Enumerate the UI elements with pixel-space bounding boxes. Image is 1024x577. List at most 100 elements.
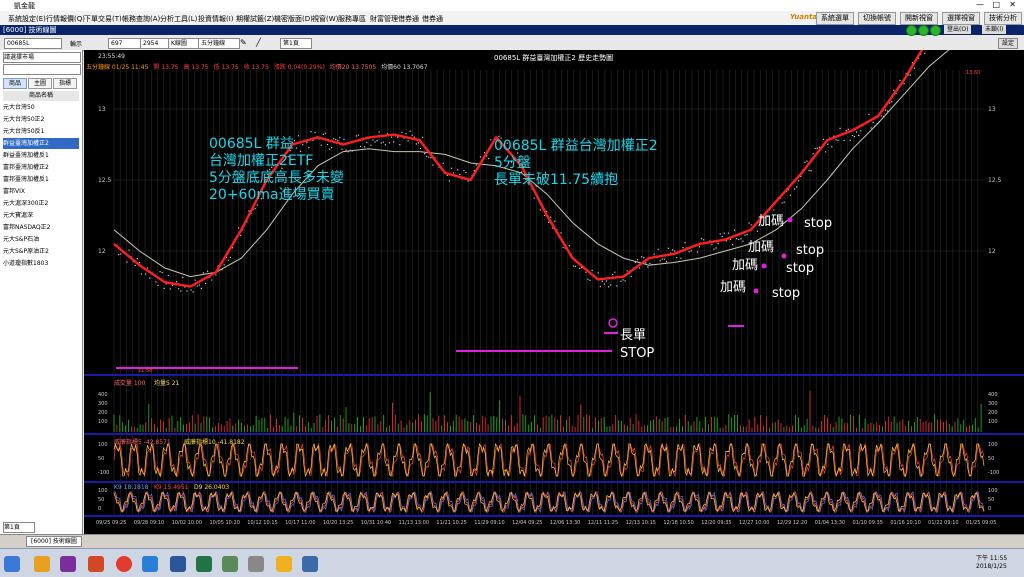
tech-analysis-button[interactable]: 技術分析 (984, 12, 1022, 25)
chart-area[interactable]: 13.513.5131312.512.512124004003003002002… (84, 50, 1024, 534)
price-dot (359, 145, 362, 148)
product-item[interactable]: 富邦臺灣加權反1 (3, 174, 79, 185)
trading-app-icon[interactable] (276, 556, 292, 572)
system-menu-button[interactable]: 系統選單 (816, 12, 854, 25)
menu-borrow-2[interactable]: 借券通 (422, 14, 443, 24)
chart-type-select[interactable]: K線圖 (168, 38, 200, 49)
price-dot (806, 160, 808, 162)
menu-account[interactable]: 帳務查詢(A) (122, 14, 160, 24)
menu-info[interactable]: 投資情報(I) (198, 14, 234, 24)
draw-tool-icon[interactable]: ✎ (240, 38, 247, 47)
count-input-2[interactable]: 2954 (140, 38, 170, 49)
price-dot (176, 281, 178, 283)
word-icon[interactable] (170, 556, 186, 572)
excel-icon[interactable] (196, 556, 212, 572)
time-tick: 10/05 10:20 (209, 520, 239, 526)
new-window-button[interactable]: 開新視窗 (900, 12, 938, 25)
volume-tick: 200 (98, 410, 108, 416)
photos-icon[interactable] (222, 556, 238, 572)
time-tick: 09/25 09:25 (96, 520, 126, 526)
product-item[interactable]: 富邦NASDAQ正2 (3, 222, 79, 233)
start-icon[interactable] (4, 556, 20, 572)
product-item[interactable]: 元大台灣50反1 (3, 126, 79, 137)
menu-analysis[interactable]: 分析工具(L) (160, 14, 197, 24)
close-icon[interactable]: ✕ (1009, 0, 1016, 9)
price-dot (401, 131, 403, 133)
page-select[interactable]: 第1頁 (280, 38, 312, 49)
price-dot (238, 227, 240, 229)
submarket-select[interactable] (3, 64, 81, 75)
product-item[interactable]: 富邦臺灣加權正2 (3, 162, 79, 173)
product-item-selected[interactable]: 群益臺灣加權正2 (3, 138, 79, 149)
product-item[interactable]: 元大S&P石油 (3, 234, 79, 245)
menu-service[interactable]: 服務專區 (338, 14, 366, 24)
price-dot (672, 249, 674, 251)
panel-page-select[interactable]: 第1頁 (3, 522, 35, 533)
chrome-icon[interactable] (116, 556, 132, 572)
price-dot (374, 141, 376, 143)
menu-borrow[interactable]: 借券通 (398, 14, 419, 24)
product-item[interactable]: 元大台灣50 (3, 102, 79, 113)
menu-layout[interactable]: 機密版面(D) (274, 14, 313, 24)
time-tick: 12/27 10:00 (739, 520, 769, 526)
menu-quote[interactable]: 行情報價(Q) (46, 14, 85, 24)
menu-trade[interactable]: 下單交易(T) (84, 14, 122, 24)
long-position-label: 長單 (620, 328, 647, 343)
price-dot (118, 253, 120, 256)
price-dot (827, 143, 829, 145)
maximize-icon[interactable]: □ (992, 0, 1000, 9)
price-tick-right: 12 (988, 248, 996, 255)
count-input-1[interactable]: 697 (108, 38, 142, 49)
time-tick: 01/16 10:10 (890, 520, 920, 526)
folder-icon[interactable] (34, 556, 50, 572)
minimize-icon[interactable]: — (976, 0, 984, 9)
menu-system[interactable]: 系統設定(E) (8, 14, 46, 24)
menu-window[interactable]: 視窗(W) (312, 14, 338, 24)
browser-icon[interactable] (142, 556, 158, 572)
interval-select[interactable]: 五分鐘線 (198, 38, 240, 49)
price-dot (891, 101, 893, 103)
logout-button[interactable]: 登出(O) (944, 25, 972, 34)
price-dot (483, 152, 486, 154)
price-dot (636, 259, 639, 261)
tab-indicator[interactable]: 指標 (53, 78, 77, 89)
tool-icon[interactable] (248, 556, 264, 572)
price-dot (430, 157, 432, 159)
switch-account-button[interactable]: 切換帳號 (858, 12, 896, 25)
menu-wealth[interactable]: 財富管理 (370, 14, 398, 24)
select-window-button[interactable]: 選擇視窗 (942, 12, 980, 25)
tab-product[interactable]: 商品 (3, 78, 27, 89)
market-select[interactable]: 請選擇市場 (3, 52, 81, 63)
volume-tick: 400 (988, 392, 998, 398)
product-item[interactable]: 元大台灣50正2 (3, 114, 79, 125)
product-item[interactable]: 群益臺灣加權反1 (3, 150, 79, 161)
status-tab[interactable]: [6000] 技術線圖 (26, 536, 82, 547)
product-item[interactable]: 元大滬深300正2 (3, 198, 79, 209)
time-tick: 01/10 09:35 (853, 520, 883, 526)
lock-button[interactable]: 未鎖(l) (982, 25, 1007, 34)
price-dot (380, 142, 382, 144)
product-item[interactable]: 小道瓊指數1803 (3, 258, 79, 269)
price-dot (756, 230, 758, 232)
powerpoint-icon[interactable] (88, 556, 104, 572)
price-dot (568, 245, 570, 247)
product-item[interactable]: 元大寶滬深 (3, 210, 79, 221)
price-dot (229, 256, 231, 259)
settings-button[interactable]: 設定 (998, 38, 1019, 49)
price-dot (450, 167, 453, 169)
chart-clock: 23:55:49 (98, 53, 125, 60)
tab-main-chart[interactable]: 主圖 (28, 78, 52, 89)
add-marker (753, 288, 759, 294)
price-dot (159, 271, 161, 273)
mode-label[interactable]: 輪示 (70, 39, 82, 48)
product-item[interactable]: 元大S&P原油正2 (3, 246, 79, 257)
symbol-input[interactable]: 00685L (4, 38, 62, 49)
line-tool-icon[interactable]: ╱ (256, 38, 261, 47)
price-dot (376, 140, 378, 142)
trading-app-2-icon[interactable] (302, 556, 318, 572)
price-dot (659, 260, 661, 262)
price-dot (605, 280, 608, 282)
menu-options[interactable]: 期權試籤(Z) (236, 14, 274, 24)
product-item[interactable]: 富邦VIX (3, 186, 79, 197)
onenote-icon[interactable] (60, 556, 76, 572)
